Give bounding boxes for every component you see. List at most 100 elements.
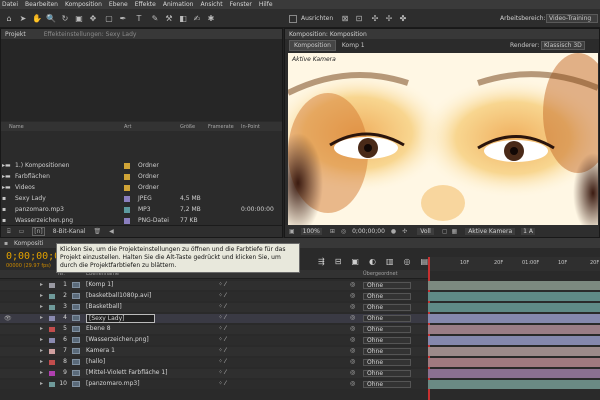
channel-icon[interactable]: ✣ <box>402 228 407 235</box>
expand-twirl-icon[interactable]: ▸ <box>40 292 43 299</box>
layer-label-color[interactable] <box>49 349 55 354</box>
layer-label-color[interactable] <box>49 316 55 321</box>
camera-tool-icon[interactable]: ▣ <box>74 14 84 24</box>
camera-select[interactable]: Aktive Kamera <box>465 227 516 235</box>
snapshot-icon[interactable]: ◎ <box>341 228 346 235</box>
align-checkbox[interactable] <box>289 15 297 23</box>
expand-twirl-icon[interactable]: ▸ <box>40 369 43 376</box>
layer-name[interactable]: [Wasserzeichen.png] <box>86 336 149 343</box>
axis-icon[interactable]: ✣ <box>370 14 380 24</box>
clone-tool-icon[interactable]: ⚒ <box>164 14 174 24</box>
live-update-icon[interactable]: ⊟ <box>335 257 342 266</box>
views-select[interactable]: 1 A <box>521 227 535 235</box>
scroll-left-icon[interactable]: ◀ <box>109 228 114 235</box>
layer-name[interactable]: [panzomaro.mp3] <box>86 380 140 387</box>
transparency-grid-icon[interactable]: ▦ <box>452 228 458 235</box>
layer-switches[interactable]: ⁘ ⁄ <box>218 369 226 376</box>
layer-duration-bar[interactable] <box>428 347 600 356</box>
frame-blending-icon[interactable]: ▥ <box>386 257 394 266</box>
layer-duration-bar[interactable] <box>428 325 600 334</box>
layer-switches[interactable]: ⁘ ⁄ <box>218 347 226 354</box>
parent-select[interactable]: Ohne <box>363 304 411 311</box>
layer-duration-bar[interactable] <box>428 281 600 290</box>
tab-composition[interactable]: Komposition: Komposition <box>289 31 367 38</box>
label-color-swatch[interactable] <box>124 184 130 191</box>
parent-select[interactable]: Ohne <box>363 348 411 355</box>
tab-project[interactable]: Projekt <box>5 31 26 38</box>
project-item[interactable]: ▸▬ Farbflächen Ordner <box>1 171 282 182</box>
pickwhip-icon[interactable]: ◎ <box>350 314 355 321</box>
layer-row[interactable]: ▸ 1 [Komp 1] ⁘ ⁄ ◎ Ohne <box>0 281 600 290</box>
motion-blur-icon[interactable]: ◎ <box>404 257 411 266</box>
layer-switches[interactable]: ⁘ ⁄ <box>218 303 226 310</box>
label-color-swatch[interactable] <box>124 162 130 169</box>
mask-tool-icon[interactable]: ▢ <box>104 14 114 24</box>
layer-duration-bar[interactable] <box>428 303 600 312</box>
label-color-swatch[interactable] <box>124 217 130 224</box>
col-inpoint[interactable]: In-Point <box>241 124 260 130</box>
hide-shy-icon[interactable]: ◐ <box>369 257 376 266</box>
col-name[interactable]: Name <box>9 124 24 130</box>
parent-select[interactable]: Ohne <box>363 381 411 388</box>
comp-mini-flowchart-icon[interactable]: ⇶ <box>318 257 325 266</box>
parent-select[interactable]: Ohne <box>363 293 411 300</box>
camera-snapshot-icon[interactable]: ● <box>391 228 396 235</box>
menu-datei[interactable]: Datei <box>2 1 18 8</box>
expand-twirl-icon[interactable]: ▸ <box>40 347 43 354</box>
menu-hilfe[interactable]: Hilfe <box>259 1 273 8</box>
expand-twirl-icon[interactable]: ▸ <box>40 281 43 288</box>
menu-animation[interactable]: Animation <box>163 1 194 8</box>
menu-komposition[interactable]: Komposition <box>65 1 102 8</box>
menu-ebene[interactable]: Ebene <box>109 1 128 8</box>
parent-select[interactable]: Ohne <box>363 326 411 333</box>
pickwhip-icon[interactable]: ◎ <box>350 358 355 365</box>
layer-name[interactable]: [hallo] <box>86 358 105 365</box>
layer-switches[interactable]: ⁘ ⁄ <box>218 325 226 332</box>
layer-label-color[interactable] <box>49 294 55 299</box>
layer-label-color[interactable] <box>49 360 55 365</box>
layer-label-color[interactable] <box>49 338 55 343</box>
time-ruler[interactable]: 10F 20F 01:00F 10F 20F <box>428 257 600 271</box>
always-preview-icon[interactable]: ▣ <box>289 228 295 235</box>
project-item[interactable]: ▸▬ 1.) Kompositionen Ordner <box>1 160 282 171</box>
parent-select[interactable]: Ohne <box>363 282 411 289</box>
layer-label-color[interactable] <box>49 371 55 376</box>
col-parent[interactable]: Übergeordnet <box>363 271 398 277</box>
trash-icon[interactable]: 🗑 <box>94 228 102 235</box>
menu-ansicht[interactable]: Ansicht <box>200 1 222 8</box>
workspace-select[interactable]: Video-Training <box>546 14 598 23</box>
menu-effekte[interactable]: Effekte <box>135 1 156 8</box>
renderer-select[interactable]: Klassisch 3D <box>541 40 585 50</box>
parent-select[interactable]: Ohne <box>363 370 411 377</box>
breadcrumb[interactable]: Komp 1 <box>342 42 365 49</box>
expand-twirl-icon[interactable]: ▸ <box>40 325 43 332</box>
layer-duration-bar[interactable] <box>428 380 600 389</box>
lock-icon[interactable]: ▪ <box>4 240 8 247</box>
new-folder-icon[interactable]: ▭ <box>19 228 25 235</box>
type-tool-icon[interactable]: T <box>134 14 144 24</box>
rotate-tool-icon[interactable]: ↻ <box>60 14 70 24</box>
label-color-swatch[interactable] <box>124 206 130 213</box>
layer-row[interactable]: ▸ 6 [Wasserzeichen.png] ⁘ ⁄ ◎ Ohne <box>0 336 600 345</box>
snap-icon[interactable]: ⊠ <box>340 14 350 24</box>
pickwhip-icon[interactable]: ◎ <box>350 380 355 387</box>
layer-row[interactable]: ▸ 10 [panzomaro.mp3] ⁘ ⁄ ◎ Ohne <box>0 380 600 389</box>
layer-switches[interactable]: ⁘ ⁄ <box>218 292 226 299</box>
layer-label-color[interactable] <box>49 305 55 310</box>
layer-name[interactable]: [Mittel-Violett Farbfläche 1] <box>86 369 168 376</box>
draft3d-icon[interactable]: ▣ <box>351 257 359 266</box>
layer-name[interactable]: [Komp 1] <box>86 281 113 288</box>
layer-switches[interactable]: ⁘ ⁄ <box>218 358 226 365</box>
layout-icon[interactable]: ⊡ <box>354 14 364 24</box>
col-framerate[interactable]: Framerate <box>208 124 234 130</box>
pickwhip-icon[interactable]: ◎ <box>350 369 355 376</box>
expand-twirl-icon[interactable]: ▸ <box>40 336 43 343</box>
layer-row[interactable]: ▸ 9 [Mittel-Violett Farbfläche 1] ⁘ ⁄ ◎ Ohne <box>0 369 600 378</box>
brainstorm-icon[interactable]: ▤ <box>421 257 429 266</box>
layer-row[interactable]: ▸ 5 Ebene 8 ⁘ ⁄ ◎ Ohne <box>0 325 600 334</box>
grid-icon[interactable]: ⊞ <box>330 228 335 235</box>
visibility-toggle[interactable]: 👁 <box>4 315 12 322</box>
menu-bearbeiten[interactable]: Bearbeiten <box>25 1 58 8</box>
resolution-select[interactable]: Voll <box>417 227 434 235</box>
layer-row[interactable]: 👁 ▸ 4 [Sexy Lady] ⁘ ⁄ ◎ Ohne <box>0 314 600 323</box>
